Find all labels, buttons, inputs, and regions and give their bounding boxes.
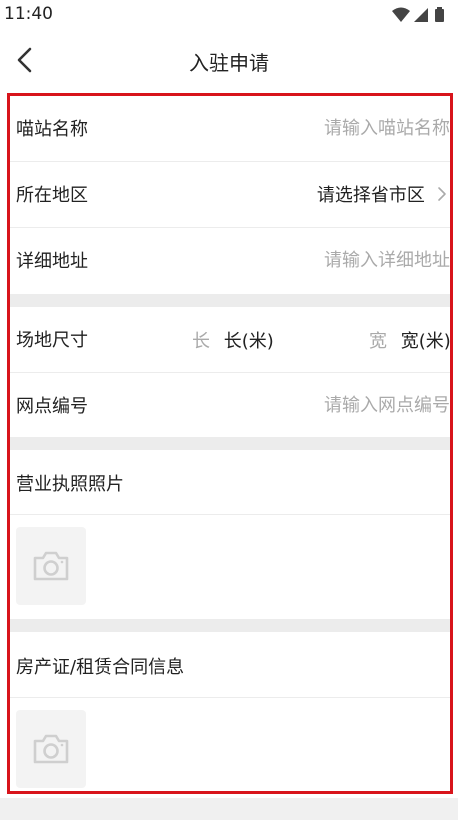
section-gap <box>10 619 450 632</box>
region-label: 所在地区 <box>16 185 88 206</box>
region-value: 请选择省市区 <box>316 185 425 206</box>
section-gap <box>10 294 450 307</box>
outlet-number-row: 网点编号 <box>10 373 450 439</box>
section-gap <box>10 437 450 450</box>
length-field[interactable]: 长 长(米) <box>192 327 274 353</box>
address-label: 详细地址 <box>16 251 88 272</box>
battery-icon <box>435 9 444 22</box>
outlet-number-label: 网点编号 <box>16 396 88 417</box>
width-hint: 宽 <box>369 331 387 352</box>
site-size-label: 场地尺寸 <box>16 330 88 351</box>
signal-icon <box>414 8 428 22</box>
business-license-label: 营业执照照片 <box>16 474 124 495</box>
length-value: 长(米) <box>223 331 274 352</box>
title-bar: 入驻申请 <box>0 30 458 90</box>
region-row[interactable]: 所在地区 请选择省市区 <box>10 162 450 228</box>
property-certificate-label: 房产证/租赁合同信息 <box>16 657 185 678</box>
address-input[interactable] <box>240 246 450 274</box>
property-certificate-upload[interactable] <box>16 710 86 788</box>
page-title: 入驻申请 <box>189 51 269 75</box>
divider <box>10 514 450 515</box>
status-bar: 11:40 <box>0 0 458 30</box>
business-license-upload[interactable] <box>16 527 86 605</box>
width-value: 宽(米) <box>400 331 451 352</box>
station-name-row: 喵站名称 <box>10 96 450 162</box>
camera-icon <box>33 734 69 764</box>
site-size-row: 场地尺寸 长 长(米) 宽 宽(米) <box>10 307 450 373</box>
divider <box>10 697 450 698</box>
wifi-icon <box>392 7 410 22</box>
region-select[interactable]: 请选择省市区 <box>317 181 450 209</box>
width-field[interactable]: 宽 宽(米) <box>369 327 451 353</box>
length-hint: 长 <box>192 331 210 352</box>
outlet-number-input[interactable] <box>240 391 450 419</box>
status-icons <box>390 6 450 24</box>
status-time: 11:40 <box>4 4 53 24</box>
camera-icon <box>33 551 69 581</box>
address-row: 详细地址 <box>10 228 450 294</box>
application-form: 喵站名称 所在地区 请选择省市区 详细地址 场地尺寸 长 长(米) 宽 宽(米)… <box>7 93 453 794</box>
bottom-strip <box>0 798 458 820</box>
station-name-input[interactable] <box>240 114 450 142</box>
chevron-right-icon <box>438 187 446 201</box>
station-name-label: 喵站名称 <box>16 119 88 140</box>
